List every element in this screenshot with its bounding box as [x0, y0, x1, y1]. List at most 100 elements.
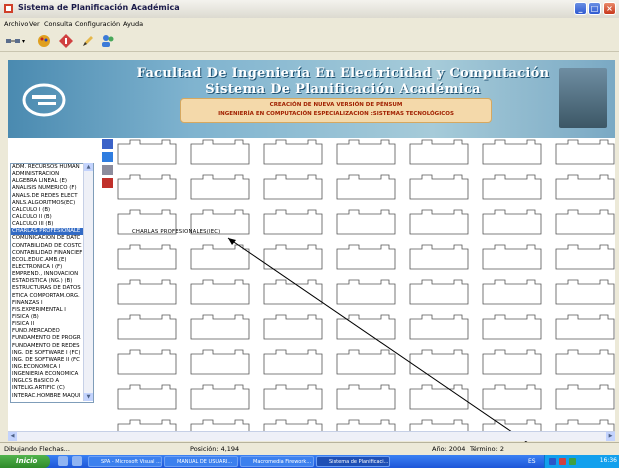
subject-list-item[interactable]: FISICA (B) — [11, 314, 93, 321]
course-slot[interactable] — [336, 384, 396, 410]
subject-list-item[interactable]: CALCULO III (B) — [11, 221, 93, 228]
subject-list-item[interactable]: INGENIERIA ECONOMICA — [11, 371, 93, 378]
course-slot[interactable] — [555, 279, 615, 305]
maximize-button[interactable]: □ — [588, 2, 601, 15]
course-slot[interactable] — [263, 349, 323, 375]
course-slot[interactable] — [263, 139, 323, 165]
task-visual-basic[interactable]: SPA - Microsoft Visual ... — [88, 456, 162, 467]
subject-list-item[interactable]: ELECTRONICA I (F) — [11, 264, 93, 271]
arrow-tool-icon[interactable] — [102, 152, 113, 162]
course-slot[interactable] — [263, 384, 323, 410]
course-slot[interactable] — [263, 314, 323, 340]
course-slot[interactable] — [409, 139, 469, 165]
tray-volume-icon[interactable] — [569, 458, 576, 465]
desktop-quicklaunch-icon[interactable] — [58, 456, 68, 466]
course-slot[interactable] — [336, 139, 396, 165]
course-slot[interactable] — [482, 139, 542, 165]
course-slot[interactable] — [117, 419, 177, 431]
course-slot[interactable] — [555, 139, 615, 165]
course-slot[interactable] — [336, 209, 396, 235]
course-slot[interactable] — [555, 209, 615, 235]
course-slot[interactable] — [117, 314, 177, 340]
menu-ayuda[interactable]: Ayuda — [123, 20, 143, 28]
menu-ver[interactable]: Ver — [29, 20, 40, 28]
scroll-right-icon[interactable]: ▶ — [606, 432, 615, 441]
subject-list-scrollbar[interactable]: ▲ ▼ — [83, 163, 93, 401]
course-slot[interactable] — [263, 244, 323, 270]
course-slot[interactable] — [263, 279, 323, 305]
subject-list-item[interactable]: ADM. RECURSOS HUMAN — [11, 164, 93, 171]
course-slot[interactable] — [117, 139, 177, 165]
user-tool-icon[interactable] — [102, 139, 113, 149]
course-slot[interactable] — [555, 419, 615, 431]
horizontal-scrollbar[interactable]: ◀ ▶ — [8, 431, 615, 441]
course-slot[interactable] — [117, 244, 177, 270]
palette-icon[interactable] — [36, 33, 52, 49]
course-slot[interactable] — [117, 349, 177, 375]
course-slot[interactable] — [555, 314, 615, 340]
tray-security-icon[interactable] — [559, 458, 566, 465]
course-slot[interactable] — [409, 419, 469, 431]
subject-list-item[interactable]: FUNDAMENTO DE PROGR — [11, 335, 93, 342]
subject-list-item[interactable]: EMPREND., INNOVACION — [11, 271, 93, 278]
disk-tool-icon[interactable] — [102, 165, 113, 175]
subject-list-item[interactable]: ANLS.ALGORITMOS(EC) — [11, 200, 93, 207]
course-slot[interactable] — [555, 384, 615, 410]
subject-list-item[interactable]: CALCULO I (B) — [11, 207, 93, 214]
subject-list-item[interactable]: ADMINISTRACION — [11, 171, 93, 178]
course-slot[interactable] — [190, 419, 250, 431]
menu-configuracion[interactable]: Configuración — [75, 20, 120, 28]
subject-list-item[interactable]: INTELIG.ARTIFIC (C) — [11, 385, 93, 392]
menu-archivo[interactable]: Archivo — [4, 20, 28, 28]
course-slot[interactable] — [555, 244, 615, 270]
subject-list[interactable]: ADM. RECURSOS HUMAN ADMINISTRACION ALGEBRA… — [10, 163, 94, 403]
subject-list-item[interactable]: INGLCS BáSICO A — [11, 378, 93, 385]
course-slot[interactable] — [482, 349, 542, 375]
start-button[interactable]: Inicio — [0, 455, 50, 468]
subject-list-item[interactable]: ING. DE SOFTWARE II (FC — [11, 357, 93, 364]
course-slot[interactable] — [336, 314, 396, 340]
bookmark-icon[interactable] — [58, 33, 74, 49]
course-slot[interactable] — [482, 209, 542, 235]
subject-list-item[interactable]: COMUNICACION DE DATC — [11, 235, 93, 242]
subject-list-item[interactable]: FINANZAS I — [11, 300, 93, 307]
subject-list-item[interactable]: ETICA COMPORTAM.ORG. — [11, 293, 93, 300]
close-button[interactable]: × — [603, 2, 616, 15]
delete-tool-icon[interactable] — [102, 178, 113, 188]
course-slot[interactable] — [482, 279, 542, 305]
subject-list-item[interactable]: ESTRUCTURAS DE DATOS — [11, 285, 93, 292]
course-slot[interactable] — [263, 209, 323, 235]
course-slot[interactable] — [117, 174, 177, 200]
course-slot[interactable] — [190, 279, 250, 305]
subject-list-item[interactable]: INTERAC.HOMBRE MAQUI — [11, 393, 93, 400]
course-slot[interactable] — [409, 279, 469, 305]
course-slot[interactable] — [190, 314, 250, 340]
subject-list-item[interactable]: FUND.MERCADEO — [11, 328, 93, 335]
subject-list-item[interactable]: ANALISIS NUMERICO (F) — [11, 185, 93, 192]
course-slot[interactable] — [409, 244, 469, 270]
language-indicator[interactable]: ES — [528, 458, 536, 465]
subject-list-item[interactable]: FUNDAMENTO DE REDES — [11, 343, 93, 350]
course-slot[interactable] — [482, 244, 542, 270]
menu-consulta[interactable]: Consulta — [44, 20, 72, 28]
course-slot[interactable] — [409, 314, 469, 340]
task-sistema[interactable]: Sistema de Planificaci... — [316, 456, 390, 467]
users-icon[interactable] — [100, 33, 116, 49]
course-slot[interactable] — [482, 314, 542, 340]
course-slot[interactable] — [190, 384, 250, 410]
task-manual[interactable]: MANUAL DE USUARI... — [164, 456, 238, 467]
subject-list-item[interactable]: ESTADISTICA (NG.) (B) — [11, 278, 93, 285]
scroll-left-icon[interactable]: ◀ — [8, 432, 17, 441]
course-slot[interactable] — [482, 174, 542, 200]
network-icon[interactable] — [5, 33, 21, 49]
course-slot[interactable] — [117, 384, 177, 410]
course-slot[interactable] — [263, 174, 323, 200]
subject-list-item[interactable]: ING.ECONOMICA I — [11, 364, 93, 371]
course-slot[interactable] — [190, 139, 250, 165]
course-slot[interactable] — [117, 279, 177, 305]
course-slot[interactable] — [409, 209, 469, 235]
subject-list-item[interactable]: ALGEBRA LINEAL (E) — [11, 178, 93, 185]
scroll-up-icon[interactable]: ▲ — [84, 163, 93, 171]
pencil-icon[interactable] — [80, 33, 96, 49]
subject-list-item[interactable]: CONTABILIDAD DE COSTC — [11, 243, 93, 250]
